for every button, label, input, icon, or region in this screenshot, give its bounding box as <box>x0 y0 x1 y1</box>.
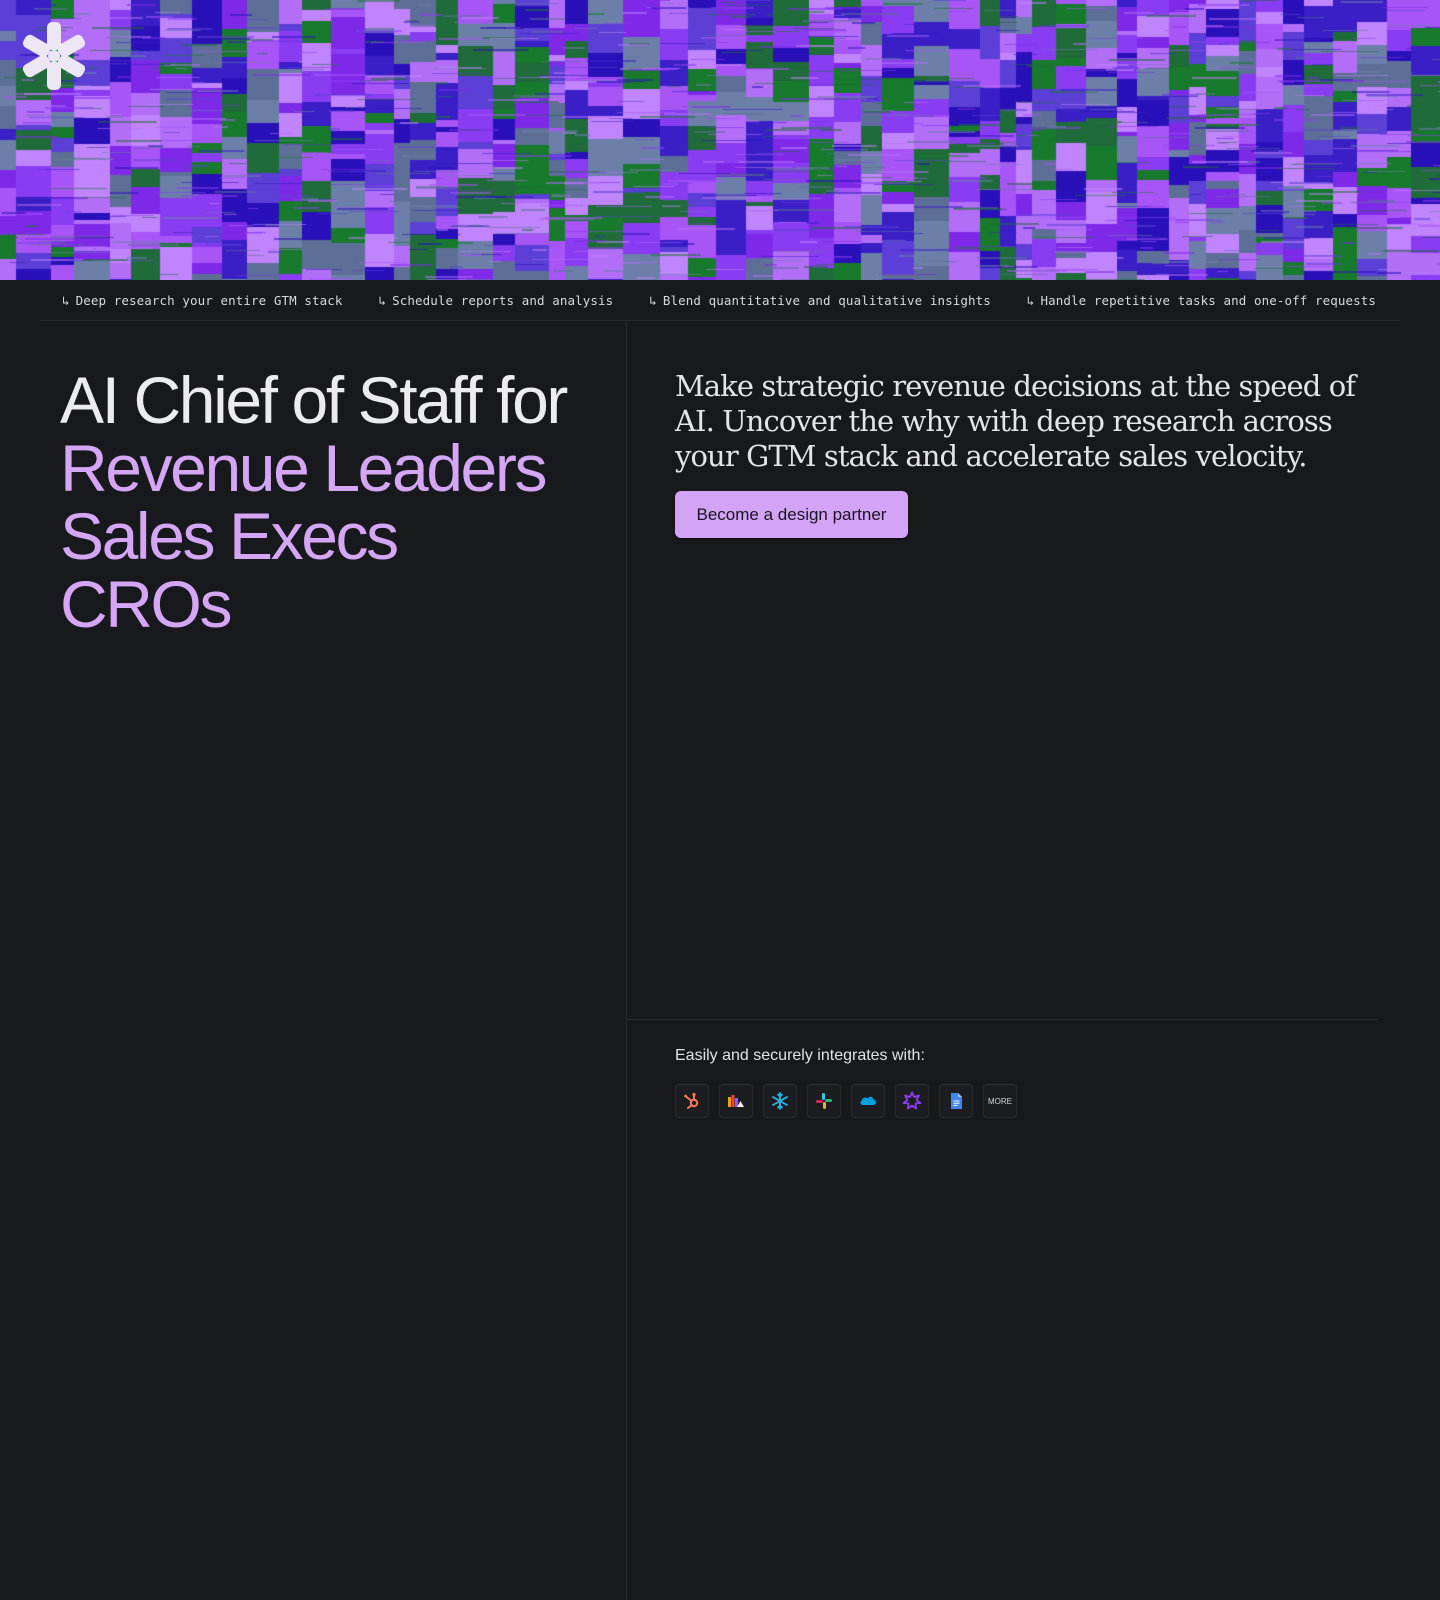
feature-label: Deep research your entire GTM stack <box>75 292 343 308</box>
page-headline: AI Chief of Staff for Revenue Leaders Sa… <box>60 366 620 638</box>
integration-tile[interactable] <box>807 1084 841 1118</box>
hubspot-icon <box>684 1092 699 1109</box>
looker-studio-icon <box>728 1095 744 1107</box>
arrow-return-icon: ↳ <box>378 292 387 308</box>
gong-icon <box>902 1091 922 1110</box>
salesforce-icon <box>860 1096 876 1105</box>
integration-tile[interactable] <box>675 1084 709 1118</box>
feature-item: ↳ Blend quantitative and qualitative insi… <box>649 293 991 308</box>
slack-icon <box>816 1093 832 1109</box>
column-divider <box>626 321 627 1600</box>
feature-label: Blend quantitative and qualitative insig… <box>662 292 991 308</box>
flower-logo-icon[interactable] <box>18 20 90 92</box>
feature-item: ↳ Handle repetitive tasks and one-off req… <box>1027 293 1376 308</box>
integration-tile[interactable] <box>851 1084 885 1118</box>
integration-tile[interactable] <box>763 1084 797 1118</box>
section-divider <box>626 1019 1378 1020</box>
headline-line: AI Chief of Staff for <box>60 363 568 437</box>
arrow-return-icon: ↳ <box>649 292 657 308</box>
snowflake-icon <box>772 1092 788 1110</box>
headline-audience: CROs <box>60 567 232 641</box>
integration-tile[interactable] <box>719 1084 753 1118</box>
feature-label: Schedule reports and analysis <box>392 292 614 308</box>
feature-item: ↳ Deep research your entire GTM stack <box>62 293 343 308</box>
feature-item: ↳ Schedule reports and analysis <box>379 293 614 308</box>
hero-banner <box>0 0 1440 280</box>
feature-label: Handle repetitive tasks and one-off requ… <box>1040 292 1376 308</box>
feature-strip: ↳ Deep research your entire GTM stack ↳ Sc… <box>40 280 1400 321</box>
headline-audience: Revenue Leaders <box>60 431 547 505</box>
become-design-partner-button[interactable]: Become a design partner <box>675 491 908 538</box>
hero-glitch-pattern <box>0 0 1440 280</box>
arrow-return-icon: ↳ <box>62 292 70 308</box>
integration-tile[interactable] <box>895 1084 929 1118</box>
integration-tile[interactable] <box>939 1084 973 1118</box>
more-integrations-button[interactable]: MORE <box>983 1084 1017 1118</box>
hero-subcopy: Make strategic revenue decisions at the … <box>675 369 1356 473</box>
integrations-list: MORE <box>675 1084 1017 1118</box>
headline-audience: Sales Execs <box>60 499 399 573</box>
integrations-label: Easily and securely integrates with: <box>675 1047 925 1064</box>
more-label: MORE <box>988 1096 1012 1106</box>
arrow-return-icon: ↳ <box>1026 292 1035 308</box>
google-docs-icon <box>951 1093 962 1109</box>
